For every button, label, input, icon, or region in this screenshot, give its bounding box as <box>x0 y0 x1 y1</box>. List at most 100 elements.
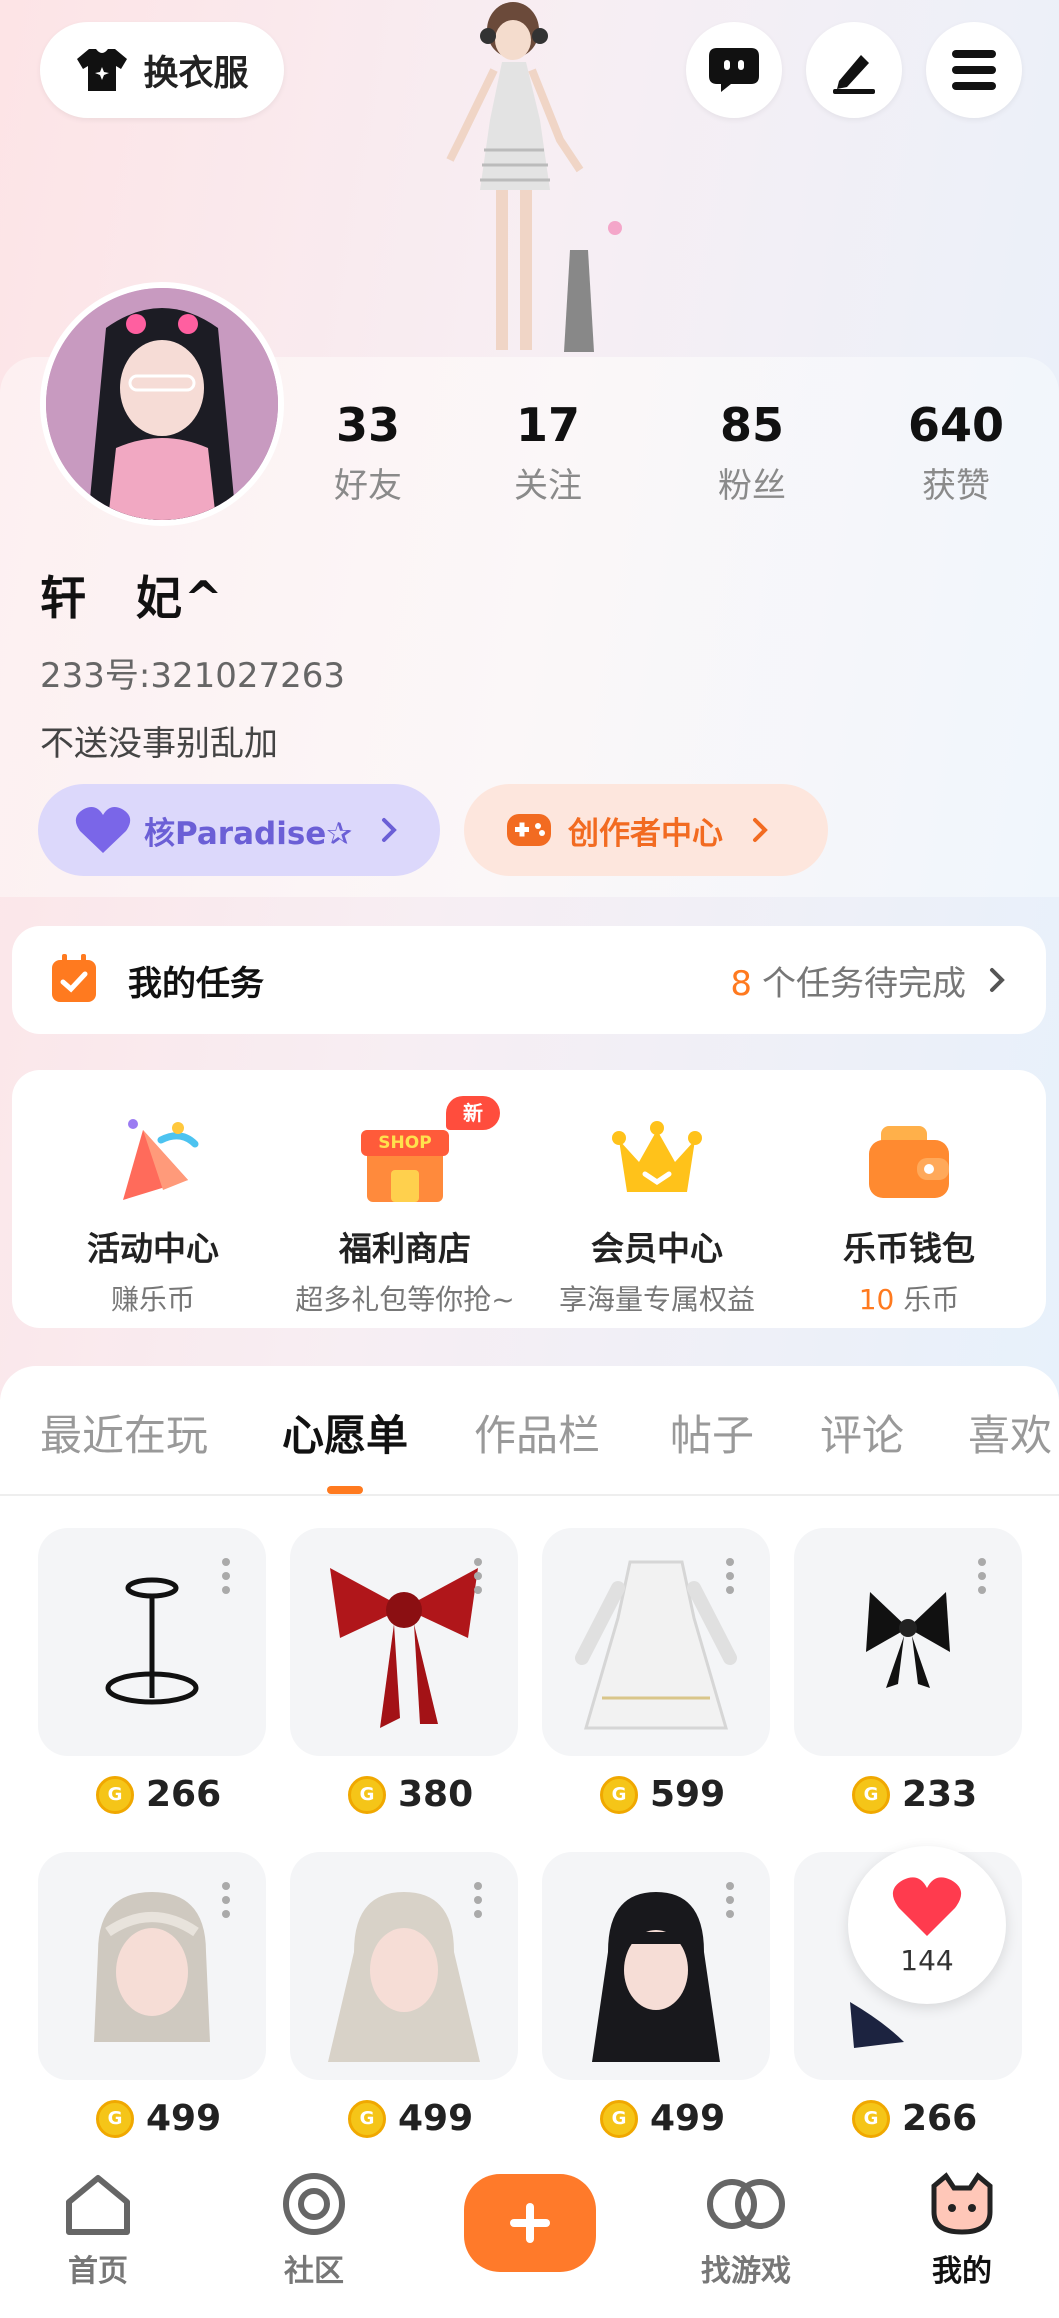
more-icon[interactable] <box>222 1558 230 1600</box>
pencil-icon <box>833 55 875 94</box>
stat-friends[interactable]: 33 好友 <box>288 398 448 507</box>
item-price: G 499 <box>348 2098 473 2139</box>
stat-label: 获赞 <box>922 466 990 506</box>
home-icon <box>66 2175 130 2235</box>
new-badge: 新 <box>446 1096 500 1130</box>
coin-icon: G <box>600 2099 638 2138</box>
profile-tabs: 最近在玩 心愿单 作品栏 帖子 评论 喜欢 <box>0 1366 1059 1496</box>
feature-subtitle: 赚乐币 <box>110 1283 195 1316</box>
creator-center-badge[interactable]: 创作者中心 <box>464 784 828 876</box>
choker-image <box>105 1577 199 1705</box>
chevron-right-icon <box>753 818 768 842</box>
price-value: 499 <box>398 2098 474 2139</box>
item-price: G 266 <box>852 2098 977 2139</box>
user-id[interactable]: 233号:321027263 <box>40 648 345 697</box>
stat-label: 好友 <box>334 466 402 506</box>
price-value: 380 <box>398 1774 474 1815</box>
activity-center-entry[interactable]: 活动中心 赚乐币 <box>28 1110 278 1318</box>
create-button[interactable] <box>464 2174 596 2272</box>
avatar[interactable] <box>40 282 284 526</box>
feature-subtitle: 超多礼包等你抢~ <box>295 1283 515 1316</box>
avatar-image <box>46 288 278 520</box>
nav-label: 找游戏 <box>701 2254 791 2289</box>
feature-panel: 活动中心 赚乐币 SHOP 新 福利商店 超多礼包等你抢~ 会员中心 享海量专属… <box>12 1070 1046 1328</box>
chevron-right-icon <box>990 968 1005 992</box>
nav-community[interactable]: 社区 <box>254 2172 374 2290</box>
feature-title: 活动中心 <box>87 1229 219 1268</box>
feature-subtitle: 10 乐币 <box>784 1278 1034 1318</box>
tab-works[interactable]: 作品栏 <box>474 1402 600 1463</box>
chat-button[interactable] <box>686 22 782 118</box>
hamburger-menu-icon <box>952 50 996 90</box>
stat-number: 85 <box>719 398 784 452</box>
more-icon[interactable] <box>726 1882 734 1924</box>
coin-icon: G <box>852 1775 890 1814</box>
wishlist-item[interactable] <box>38 1528 266 1756</box>
price-value: 266 <box>146 1774 222 1815</box>
like-button[interactable]: 144 <box>848 1846 1006 2004</box>
tasks-status: 8 个任务待完成 <box>730 956 966 1005</box>
core-paradise-badge[interactable]: 核Paradise✰ <box>38 784 440 876</box>
chevron-right-icon <box>382 818 398 842</box>
more-icon[interactable] <box>726 1558 734 1600</box>
coin-icon: G <box>852 2099 890 2138</box>
character-figure[interactable] <box>410 0 650 360</box>
edit-button[interactable] <box>806 22 902 118</box>
coin-icon: G <box>600 1775 638 1814</box>
nav-label: 首页 <box>68 2254 128 2289</box>
tasks-count: 8 <box>730 964 752 1004</box>
nav-home[interactable]: 首页 <box>38 2172 158 2290</box>
coin-icon: G <box>96 1775 134 1814</box>
black-hair-image <box>592 1892 720 2062</box>
gamepad-icon <box>507 814 551 846</box>
wallet-unit: 乐币 <box>903 1283 960 1316</box>
shop-sign-text: SHOP <box>378 1133 431 1153</box>
new-badge-label: 新 <box>463 1101 483 1125</box>
more-icon[interactable] <box>474 1882 482 1924</box>
bio: 不送没事别乱加 <box>40 724 278 764</box>
community-icon <box>283 2173 345 2235</box>
item-price: G 499 <box>600 2098 725 2139</box>
wishlist-item[interactable] <box>290 1528 518 1756</box>
coin-wallet-entry[interactable]: 乐币钱包 10 乐币 <box>784 1110 1034 1318</box>
my-tasks-row[interactable]: 我的任务 8 个任务待完成 <box>12 926 1046 1034</box>
find-games-icon <box>707 2179 785 2229</box>
stat-fans[interactable]: 85 粉丝 <box>672 398 832 507</box>
wishlist-item[interactable] <box>290 1852 518 2080</box>
plus-icon <box>510 2203 550 2243</box>
stat-number: 17 <box>515 398 580 452</box>
member-center-entry[interactable]: 会员中心 享海量专属权益 <box>532 1110 782 1318</box>
stat-likes[interactable]: 640 获赞 <box>876 398 1036 507</box>
stat-label: 粉丝 <box>718 466 786 506</box>
wishlist-item[interactable] <box>542 1852 770 2080</box>
tasks-title: 我的任务 <box>128 964 264 1004</box>
tasks-suffix: 个任务待完成 <box>762 964 966 1004</box>
tab-recently-played[interactable]: 最近在玩 <box>40 1402 208 1463</box>
coin-icon: G <box>96 2099 134 2138</box>
black-bow-image <box>866 1592 950 1688</box>
nav-me[interactable]: 我的 <box>902 2172 1022 2290</box>
wishlist-item[interactable] <box>794 1528 1022 1756</box>
more-icon[interactable] <box>978 1558 986 1600</box>
price-value: 499 <box>146 2098 222 2139</box>
stat-following[interactable]: 17 关注 <box>468 398 628 507</box>
tab-wishlist[interactable]: 心愿单 <box>282 1402 408 1463</box>
active-tab-indicator <box>327 1486 363 1494</box>
tab-likes[interactable]: 喜欢 <box>968 1402 1052 1463</box>
core-badge-label: 核Paradise✰ <box>144 815 353 852</box>
wardrobe-button[interactable]: 换衣服 <box>40 22 284 118</box>
more-icon[interactable] <box>474 1558 482 1600</box>
tab-comments[interactable]: 评论 <box>820 1402 904 1463</box>
wishlist-item[interactable] <box>542 1528 770 1756</box>
tab-posts[interactable]: 帖子 <box>670 1402 754 1463</box>
feature-title: 乐币钱包 <box>843 1229 975 1268</box>
menu-button[interactable] <box>926 22 1022 118</box>
nav-find-games[interactable]: 找游戏 <box>686 2172 806 2290</box>
heart-icon <box>892 1877 962 1936</box>
calendar-check-icon <box>52 954 96 1002</box>
braided-hair-image <box>94 1892 210 2042</box>
more-icon[interactable] <box>222 1882 230 1924</box>
wishlist-item[interactable] <box>38 1852 266 2080</box>
coin-icon: G <box>348 2099 386 2138</box>
welfare-shop-entry[interactable]: SHOP 新 福利商店 超多礼包等你抢~ <box>280 1096 530 1318</box>
